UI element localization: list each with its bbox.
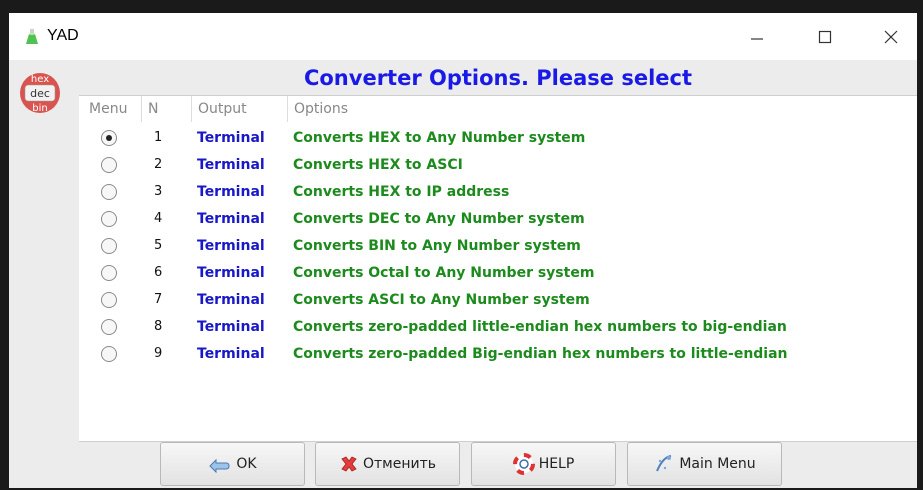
radio-button[interactable] xyxy=(101,130,117,146)
help-button[interactable]: HELP xyxy=(471,442,616,486)
list-item[interactable]: 7 Terminal Converts ASCI to Any Number s… xyxy=(79,288,917,315)
row-option: Converts Octal to Any Number system xyxy=(293,265,595,281)
ok-button-label: OK xyxy=(236,456,257,472)
radio-button[interactable] xyxy=(101,265,117,281)
ok-hand-icon xyxy=(209,458,230,474)
hex-dec-bin-icon: hex dec bin xyxy=(20,73,60,114)
row-number: 9 xyxy=(154,346,163,361)
row-output: Terminal xyxy=(197,184,265,200)
row-option: Converts HEX to IP address xyxy=(293,184,510,200)
help-button-label: HELP xyxy=(538,456,575,472)
ok-button[interactable]: OK xyxy=(160,442,305,486)
minimize-icon xyxy=(751,38,763,40)
close-icon xyxy=(884,30,898,44)
row-option: Converts zero-padded little-endian hex n… xyxy=(293,319,787,335)
row-number: 3 xyxy=(154,184,163,199)
row-output: Terminal xyxy=(197,238,265,254)
row-output: Terminal xyxy=(197,157,265,173)
options-list: Menu N Output Options 1 Terminal Convert… xyxy=(79,95,917,442)
side-icon-hex-label: hex xyxy=(31,74,49,85)
cancel-button[interactable]: Отменить xyxy=(315,442,460,486)
row-number: 1 xyxy=(154,130,163,145)
yad-window: YAD hex dec bin Converter Options. Pleas… xyxy=(9,13,917,488)
row-number: 4 xyxy=(154,211,163,226)
row-output: Terminal xyxy=(197,130,265,146)
dialog-heading: Converter Options. Please select xyxy=(303,66,693,90)
list-item[interactable]: 8 Terminal Converts zero-padded little-e… xyxy=(79,315,917,342)
radio-button[interactable] xyxy=(101,292,117,308)
row-number: 2 xyxy=(154,157,163,172)
title-bar: YAD xyxy=(9,13,917,60)
row-option: Converts DEC to Any Number system xyxy=(293,211,585,227)
list-item[interactable]: 5 Terminal Converts BIN to Any Number sy… xyxy=(79,234,917,261)
help-lifebuoy-icon xyxy=(512,453,535,475)
radio-button[interactable] xyxy=(101,238,117,254)
maximize-button[interactable] xyxy=(803,21,847,53)
list-item[interactable]: 3 Terminal Converts HEX to IP address xyxy=(79,180,917,207)
list-item[interactable]: 4 Terminal Converts DEC to Any Number sy… xyxy=(79,207,917,234)
row-option: Converts BIN to Any Number system xyxy=(293,238,581,254)
column-headers: Menu N Output Options xyxy=(79,96,917,122)
row-output: Terminal xyxy=(197,319,265,335)
column-header-output[interactable]: Output xyxy=(191,96,287,122)
row-output: Terminal xyxy=(197,211,265,227)
flask-icon xyxy=(26,29,38,44)
window-title: YAD xyxy=(47,27,79,44)
list-item[interactable]: 6 Terminal Converts Octal to Any Number … xyxy=(79,261,917,288)
row-number: 6 xyxy=(154,265,163,280)
column-header-options[interactable]: Options xyxy=(287,96,917,122)
row-output: Terminal xyxy=(197,292,265,308)
list-item[interactable]: 2 Terminal Converts HEX to ASCI xyxy=(79,153,917,180)
list-item[interactable]: 1 Terminal Converts HEX to Any Number sy… xyxy=(79,126,917,153)
radio-button[interactable] xyxy=(101,211,117,227)
close-button[interactable] xyxy=(869,21,913,53)
main-menu-button-label: Main Menu xyxy=(679,456,756,472)
column-header-menu[interactable]: Menu xyxy=(79,96,141,122)
row-number: 5 xyxy=(154,238,163,253)
row-option: Converts HEX to ASCI xyxy=(293,157,463,173)
row-number: 8 xyxy=(154,319,163,334)
row-option: Converts zero-padded Big-endian hex numb… xyxy=(293,346,788,362)
main-menu-button[interactable]: Main Menu xyxy=(627,442,782,486)
minimize-button[interactable] xyxy=(735,21,779,53)
side-icon-bin-label: bin xyxy=(32,103,47,114)
side-icon-dec-label: dec xyxy=(30,87,50,100)
radio-button[interactable] xyxy=(101,184,117,200)
row-option: Converts ASCI to Any Number system xyxy=(293,292,590,308)
row-option: Converts HEX to Any Number system xyxy=(293,130,586,146)
row-output: Terminal xyxy=(197,346,265,362)
radio-button[interactable] xyxy=(101,157,117,173)
list-item[interactable]: 9 Terminal Converts zero-padded Big-endi… xyxy=(79,342,917,369)
maximize-icon xyxy=(818,30,832,44)
cancel-button-label: Отменить xyxy=(362,456,436,472)
cancel-x-icon xyxy=(341,456,357,472)
radio-button[interactable] xyxy=(101,346,117,362)
main-menu-magic-icon xyxy=(656,455,672,472)
row-output: Terminal xyxy=(197,265,265,281)
column-header-n[interactable]: N xyxy=(141,96,191,122)
radio-button[interactable] xyxy=(101,319,117,335)
row-number: 7 xyxy=(154,292,163,307)
